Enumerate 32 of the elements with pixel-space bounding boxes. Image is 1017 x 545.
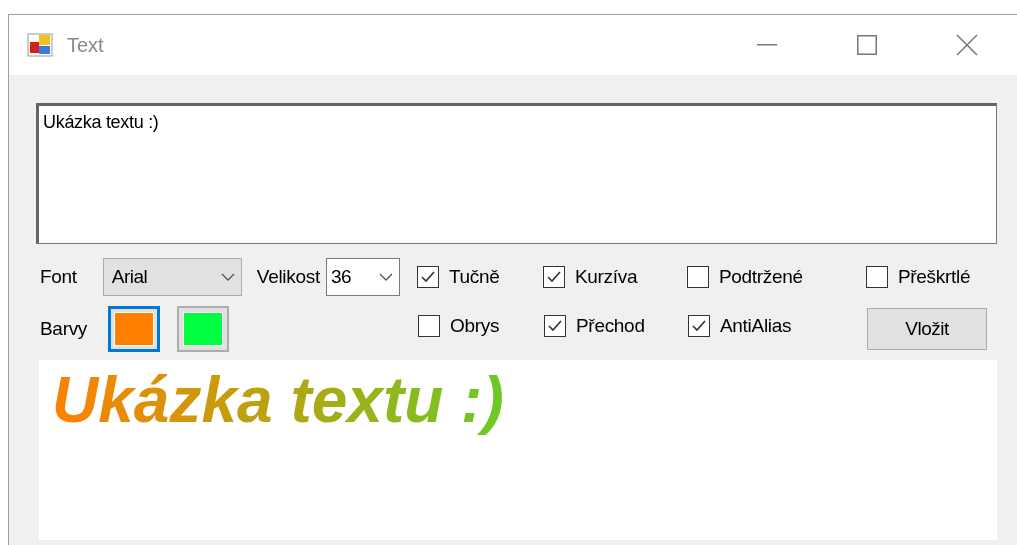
color-swatch-button[interactable] — [177, 306, 229, 352]
color-swatch-button[interactable] — [108, 306, 161, 352]
checkbox[interactable] — [686, 266, 709, 288]
checkbox-label: Tučně — [448, 266, 500, 288]
checkmark-icon — [545, 270, 562, 284]
checkbox[interactable] — [688, 315, 710, 337]
checkbox[interactable] — [418, 315, 440, 337]
size-dropdown[interactable]: 36 — [325, 258, 400, 296]
window-title: Text — [67, 33, 105, 57]
checkbox-label: Přeškrtlé — [897, 266, 971, 288]
size-label: Velikost — [256, 266, 320, 288]
maximize-icon — [857, 35, 877, 55]
checkbox-label: Přechod — [576, 315, 645, 337]
font-label: Font — [40, 266, 77, 288]
checkmark-icon — [547, 319, 563, 333]
colors-label: Barvy — [40, 318, 88, 340]
checkmark-icon — [419, 270, 436, 284]
insert-button[interactable]: Vložit — [867, 308, 987, 350]
checkbox[interactable] — [865, 266, 888, 288]
checkbox-label: AntiAlias — [720, 315, 792, 337]
text-input[interactable]: Ukázka textu :) — [36, 103, 997, 244]
checkbox[interactable] — [416, 266, 439, 288]
checkmark-icon — [691, 319, 707, 333]
checkbox-label: Obrys — [450, 315, 500, 337]
app-icon — [27, 33, 53, 57]
checkbox-label: Podtržené — [718, 266, 803, 288]
close-icon — [956, 34, 978, 56]
minimize-icon — [757, 44, 777, 46]
checkbox[interactable] — [544, 315, 566, 337]
checkbox-label: Kurzíva — [574, 266, 638, 288]
font-dropdown[interactable]: Arial — [102, 258, 242, 296]
checkbox[interactable] — [542, 266, 565, 288]
